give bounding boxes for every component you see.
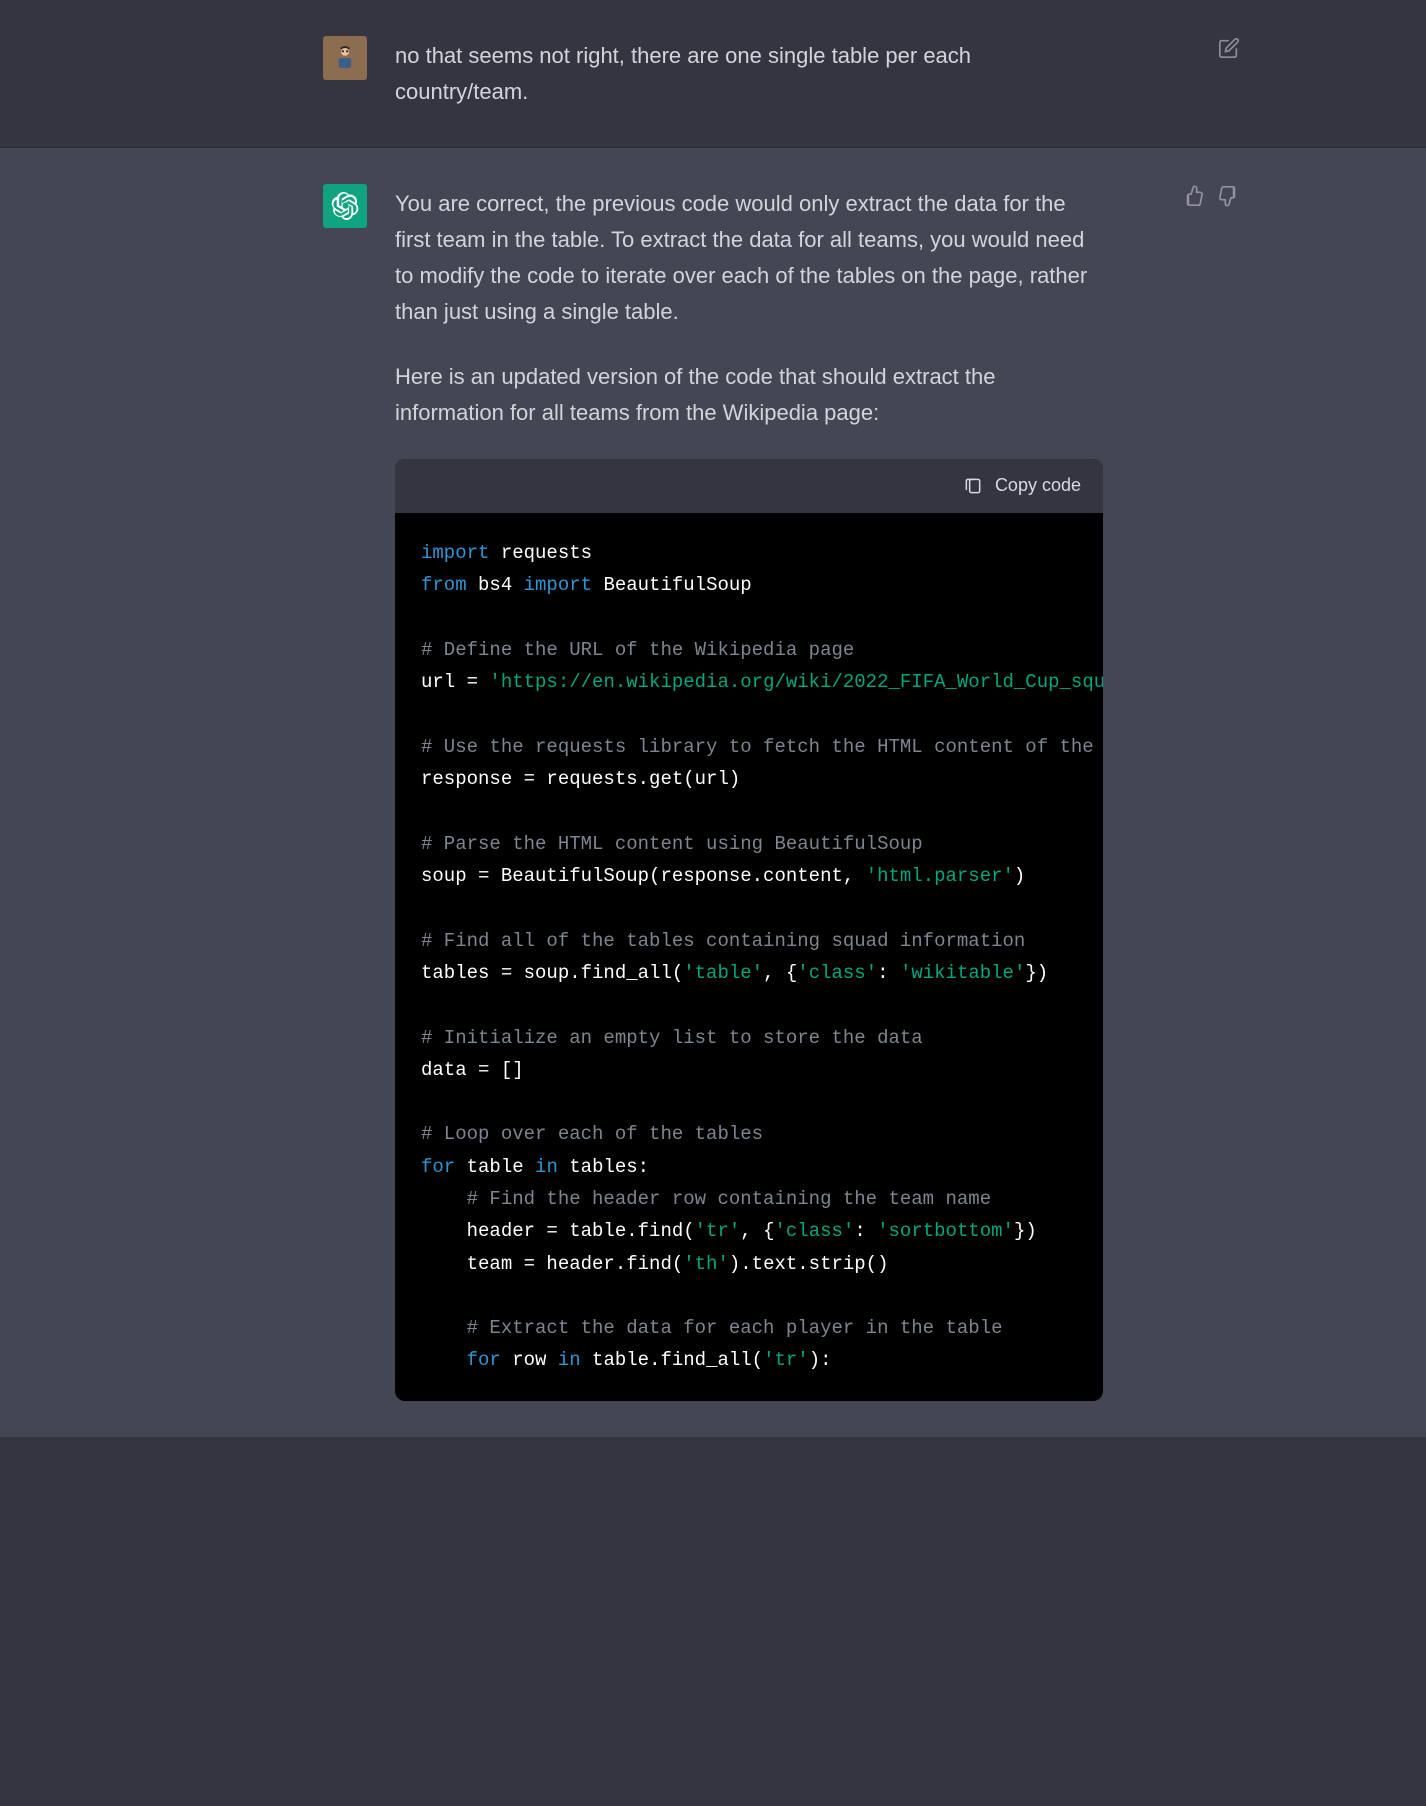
edit-icon	[1218, 37, 1240, 59]
assistant-paragraph: Here is an updated version of the code t…	[395, 359, 1103, 432]
code-block: Copy code import requests from bs4 impor…	[395, 459, 1103, 1400]
code-body[interactable]: import requests from bs4 import Beautifu…	[395, 513, 1103, 1401]
user-message-row: no that seems not right, there are one s…	[0, 0, 1426, 148]
user-avatar	[323, 36, 367, 80]
code-header: Copy code	[395, 459, 1103, 513]
assistant-message-content: You are correct, the previous code would…	[395, 184, 1103, 1401]
copy-code-button[interactable]: Copy code	[963, 471, 1081, 501]
thumbs-up-button[interactable]	[1181, 184, 1205, 208]
assistant-paragraph: You are correct, the previous code would…	[395, 186, 1103, 331]
thumbs-up-icon	[1182, 185, 1204, 207]
chatgpt-logo-icon	[331, 192, 359, 220]
clipboard-icon	[963, 476, 983, 496]
user-message-text: no that seems not right, there are one s…	[395, 36, 1103, 111]
thumbs-down-icon	[1218, 185, 1240, 207]
assistant-message-row: You are correct, the previous code would…	[0, 148, 1426, 1438]
edit-button[interactable]	[1217, 36, 1241, 60]
copy-code-label: Copy code	[995, 471, 1081, 501]
thumbs-down-button[interactable]	[1217, 184, 1241, 208]
assistant-avatar	[323, 184, 367, 228]
